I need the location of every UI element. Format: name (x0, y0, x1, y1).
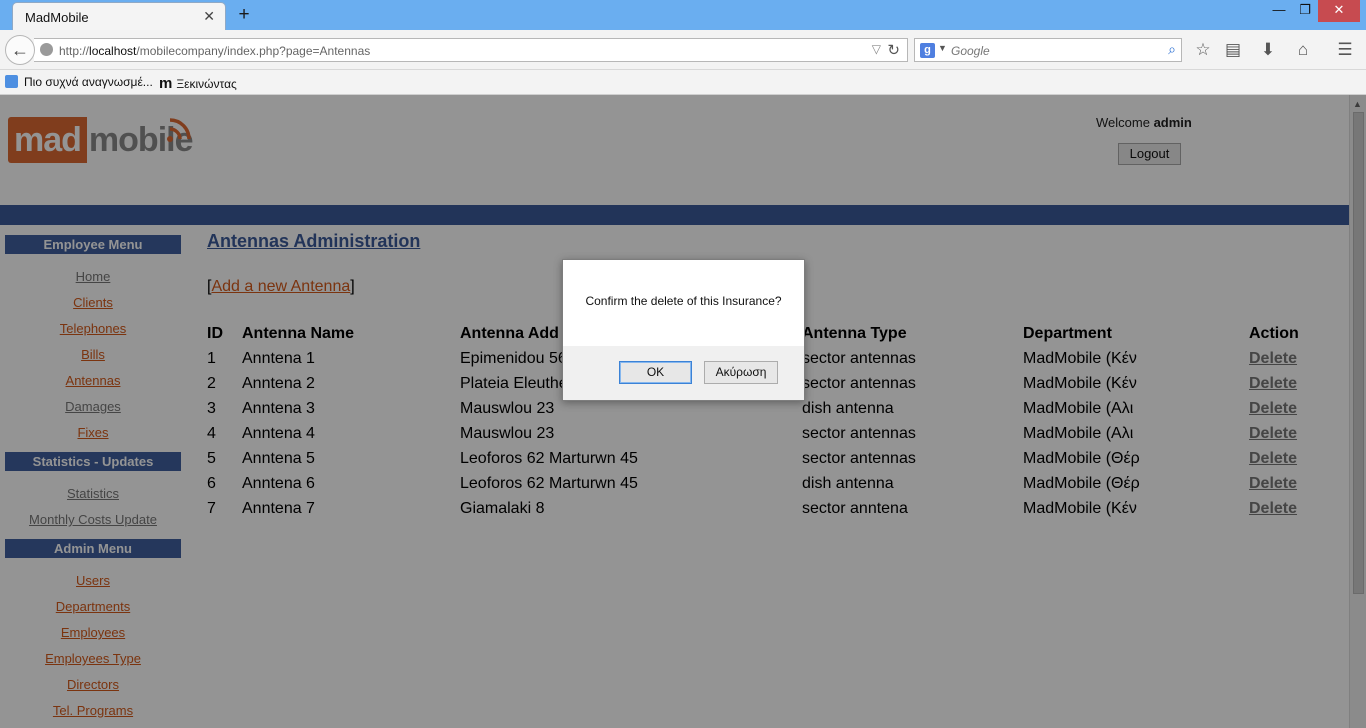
bookmark-folder-icon (5, 75, 18, 88)
home-icon[interactable]: ⌂ (1292, 39, 1314, 61)
back-button[interactable]: ← (5, 35, 35, 65)
tab-title: MadMobile (25, 10, 89, 25)
modal-backdrop (0, 95, 1366, 728)
search-input[interactable]: Google (951, 44, 990, 58)
search-bar[interactable]: g ▼ Google ⌕ (914, 38, 1182, 62)
hamburger-menu-icon[interactable]: ☰ (1334, 39, 1356, 61)
mozilla-m-icon: m (159, 75, 173, 92)
browser-titlebar: MadMobile ✕ + — ❐ ✕ (0, 0, 1366, 30)
reading-list-icon[interactable]: ▤ (1222, 39, 1244, 61)
dialog-message: Confirm the delete of this Insurance? (585, 294, 782, 308)
confirm-dialog: Confirm the delete of this Insurance? OK… (562, 259, 805, 401)
ok-button[interactable]: OK (619, 361, 692, 384)
browser-tab[interactable]: MadMobile ✕ (12, 2, 226, 30)
google-logo-icon[interactable]: g (920, 43, 935, 58)
tab-close-icon[interactable]: ✕ (203, 8, 215, 25)
globe-icon (40, 43, 53, 56)
window-restore-button[interactable]: ❐ (1294, 0, 1316, 22)
back-arrow-icon: ← (11, 40, 29, 60)
dialog-body: Confirm the delete of this Insurance? (563, 260, 804, 346)
search-engine-dropdown-icon[interactable]: ▼ (938, 43, 947, 53)
bookmark-getting-started[interactable]: m Ξεκινώντας (159, 75, 237, 92)
bookmark-star-icon[interactable]: ☆ (1192, 39, 1214, 61)
url-bar[interactable]: http://localhost/mobilecompany/index.php… (34, 38, 908, 62)
cancel-button[interactable]: Ακύρωση (704, 361, 778, 384)
downloads-icon[interactable]: ⬇ (1257, 39, 1279, 61)
search-magnifier-icon[interactable]: ⌕ (1168, 41, 1176, 58)
url-dropdown-icon[interactable]: ▽ (872, 42, 881, 56)
url-text[interactable]: http://localhost/mobilecompany/index.php… (59, 44, 370, 58)
browser-navbar: http://localhost/mobilecompany/index.php… (0, 30, 1366, 70)
reload-icon[interactable]: ↻ (887, 41, 900, 59)
bookmarks-toolbar: Πιο συχνά αναγνωσμέ... m Ξεκινώντας (0, 70, 1366, 95)
new-tab-button[interactable]: + (234, 4, 254, 26)
window-minimize-button[interactable]: — (1268, 0, 1290, 22)
window-close-button[interactable]: ✕ (1318, 0, 1360, 22)
bookmark-most-visited[interactable]: Πιο συχνά αναγνωσμέ... (5, 75, 153, 89)
